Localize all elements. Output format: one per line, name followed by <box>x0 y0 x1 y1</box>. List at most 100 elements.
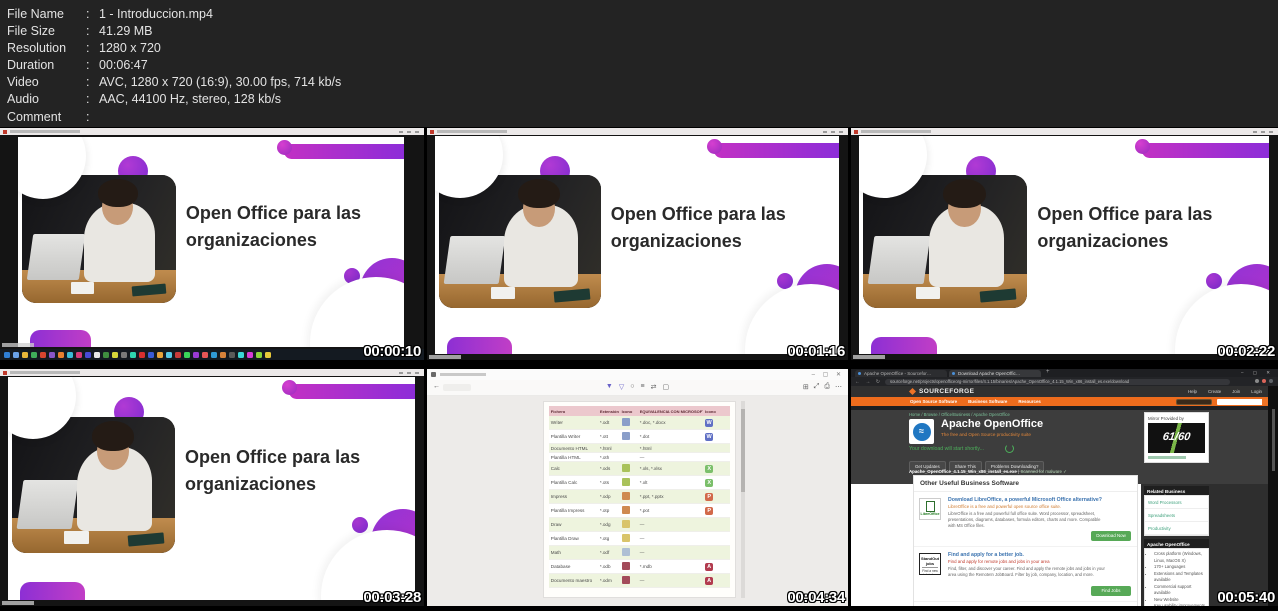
taskbar-icon[interactable] <box>256 351 262 358</box>
cell-extension: *.html <box>599 445 612 451</box>
extension-icon[interactable] <box>1255 379 1259 383</box>
sourceforge-brand[interactable]: SOURCEFORGE <box>919 388 974 395</box>
taskbar-icon[interactable] <box>157 351 163 358</box>
more-icon[interactable]: ⋯ <box>835 383 842 391</box>
media-info-colon: : <box>86 58 90 73</box>
video-thumbnail-5[interactable]: – ▢ ✕ ← ▼ ▽ ○ ≡ ⇄ ▢ ⊞ ⤢ ⎙ ⋯ Fichero Exten… <box>427 369 848 606</box>
video-thumbnail-1[interactable]: Open Office para las organizaciones 00:0… <box>0 128 424 360</box>
print-icon[interactable]: ⎙ <box>824 383 830 391</box>
scrollbar[interactable] <box>740 401 745 598</box>
taskbar-icon[interactable] <box>4 351 10 358</box>
scrollbar-thumb[interactable] <box>740 408 745 492</box>
promo-button[interactable] <box>1176 398 1212 405</box>
taskbar-icon[interactable] <box>130 351 136 358</box>
menu-icon[interactable] <box>1269 379 1273 383</box>
new-tab-icon[interactable]: + <box>1046 369 1050 375</box>
taskbar-icon[interactable] <box>85 351 91 358</box>
window-controls-icon[interactable]: – ▢ ✕ <box>812 371 844 378</box>
taskbar-icon[interactable] <box>76 351 82 358</box>
viewer-tools[interactable]: ▼ ▽ ○ ≡ ⇄ ▢ <box>606 383 669 391</box>
masthead-links[interactable]: Help Create Join Login <box>1188 389 1262 394</box>
taskbar-icon[interactable] <box>22 351 28 358</box>
video-thumbnail-2[interactable]: Open Office para las organizaciones 00:0… <box>427 128 848 360</box>
video-thumbnail-3[interactable]: Open Office para las organizaciones 00:0… <box>851 128 1278 360</box>
taskbar-icon[interactable] <box>49 351 55 358</box>
taskbar-icon[interactable] <box>67 351 73 358</box>
entry-link[interactable]: Find and apply for a better job. <box>948 552 1131 558</box>
search-box[interactable] <box>1217 398 1269 405</box>
window-controls-icon[interactable] <box>399 371 421 374</box>
window-controls-icon[interactable] <box>399 130 421 133</box>
window-title-text <box>861 130 931 133</box>
openoffice-app-icon <box>621 492 630 500</box>
filter-icon[interactable]: ▽ <box>619 383 624 391</box>
taskbar-icon[interactable] <box>13 351 19 358</box>
project-subtitle: The free and Open Source productivity su… <box>941 432 1031 437</box>
nav-link[interactable]: Resources <box>1018 399 1040 404</box>
video-thumbnail-6[interactable]: Apache OpenOffice - Sourcefor… Download … <box>851 369 1278 606</box>
masthead-link[interactable]: Join <box>1232 389 1240 394</box>
category-link[interactable]: Spreadsheets <box>1145 509 1208 522</box>
zoom-icon[interactable]: ⊞ <box>803 383 809 391</box>
window-controls-icon[interactable]: – ▢ ✕ <box>1241 370 1274 376</box>
profile-avatar[interactable] <box>1262 379 1266 383</box>
cell-extension: *.ots <box>599 480 610 485</box>
taskbar-icon[interactable] <box>148 351 154 358</box>
swap-icon[interactable]: ⇄ <box>651 383 657 391</box>
nav-link[interactable]: Business Software <box>968 399 1007 404</box>
cell-fichero: Documento HTML <box>550 445 589 451</box>
taskbar-icon[interactable] <box>265 351 271 358</box>
taskbar-icon[interactable] <box>220 351 226 358</box>
taskbar-icon[interactable] <box>103 351 109 358</box>
mirror-link[interactable] <box>1148 456 1186 459</box>
taskbar-icon[interactable] <box>94 351 100 358</box>
entry-link[interactable]: Download LibreOffice, a powerful Microso… <box>948 497 1131 503</box>
taskbar-icon[interactable] <box>184 351 190 358</box>
taskbar-icon[interactable] <box>193 351 199 358</box>
browser-tab-active[interactable]: Download Apache OpenOffic… <box>949 370 1041 377</box>
browser-action-icons[interactable] <box>1255 379 1273 383</box>
video-thumbnail-4[interactable]: Open Office para las organizaciones 00:0… <box>0 369 424 606</box>
scrollbar-thumb[interactable] <box>1272 409 1275 471</box>
download-now-button[interactable]: Download Now <box>1091 531 1131 541</box>
frame-timestamp: 00:04:34 <box>787 589 845 606</box>
menu-icon[interactable]: ≡ <box>640 383 644 391</box>
taskbar-icon[interactable] <box>229 351 235 358</box>
nav-link[interactable]: Open Source Software <box>910 399 957 404</box>
taskbar-icon[interactable] <box>247 351 253 358</box>
nav-arrows-icon[interactable]: ← → ↻ <box>855 379 882 385</box>
viewer-tools-right[interactable]: ⊞ ⤢ ⎙ ⋯ <box>803 383 842 391</box>
nav-links[interactable]: Open Source Software Business Software Res… <box>910 399 1041 404</box>
category-link[interactable]: Word Processors <box>1145 496 1208 509</box>
back-icon[interactable]: ← <box>433 383 440 390</box>
cell-equivalencia: — <box>639 536 645 541</box>
taskbar-icon[interactable] <box>238 351 244 358</box>
taskbar-icon[interactable] <box>121 351 127 358</box>
taskbar-icon[interactable] <box>58 351 64 358</box>
browser-tab[interactable]: Apache OpenOffice - Sourcefor… <box>855 370 947 377</box>
taskbar-icon[interactable] <box>211 351 217 358</box>
taskbar-icon[interactable] <box>166 351 172 358</box>
media-info-row: Comment : <box>7 109 1278 126</box>
masthead-link[interactable]: Help <box>1188 389 1197 394</box>
taskbar-icon[interactable] <box>139 351 145 358</box>
taskbar-icon[interactable] <box>40 351 46 358</box>
expand-icon[interactable]: ⤢ <box>814 383 820 391</box>
find-jobs-button[interactable]: Find Jobs <box>1091 586 1131 596</box>
category-link[interactable]: Productivity <box>1145 522 1208 535</box>
breadcrumb[interactable]: Home / Browse / Office/Business / Apache… <box>909 412 1010 417</box>
taskbar-icon[interactable] <box>112 351 118 358</box>
taskbar-icon[interactable] <box>175 351 181 358</box>
window-controls-icon[interactable] <box>823 130 845 133</box>
taskbar-icon[interactable] <box>31 351 37 358</box>
masthead-link[interactable]: Login <box>1251 389 1262 394</box>
rotate-icon[interactable]: ○ <box>630 383 634 391</box>
masthead-link[interactable]: Create <box>1208 389 1221 394</box>
openoffice-app-icon <box>621 520 630 528</box>
crop-icon[interactable]: ▢ <box>662 383 669 391</box>
address-bar[interactable]: sourceforge.net/projects/openofficeorg-m… <box>885 378 1230 385</box>
filter-icon[interactable]: ▼ <box>606 383 613 391</box>
taskbar-icon[interactable] <box>202 351 208 358</box>
window-controls-icon[interactable] <box>1253 130 1275 133</box>
windows-taskbar[interactable] <box>0 349 424 360</box>
